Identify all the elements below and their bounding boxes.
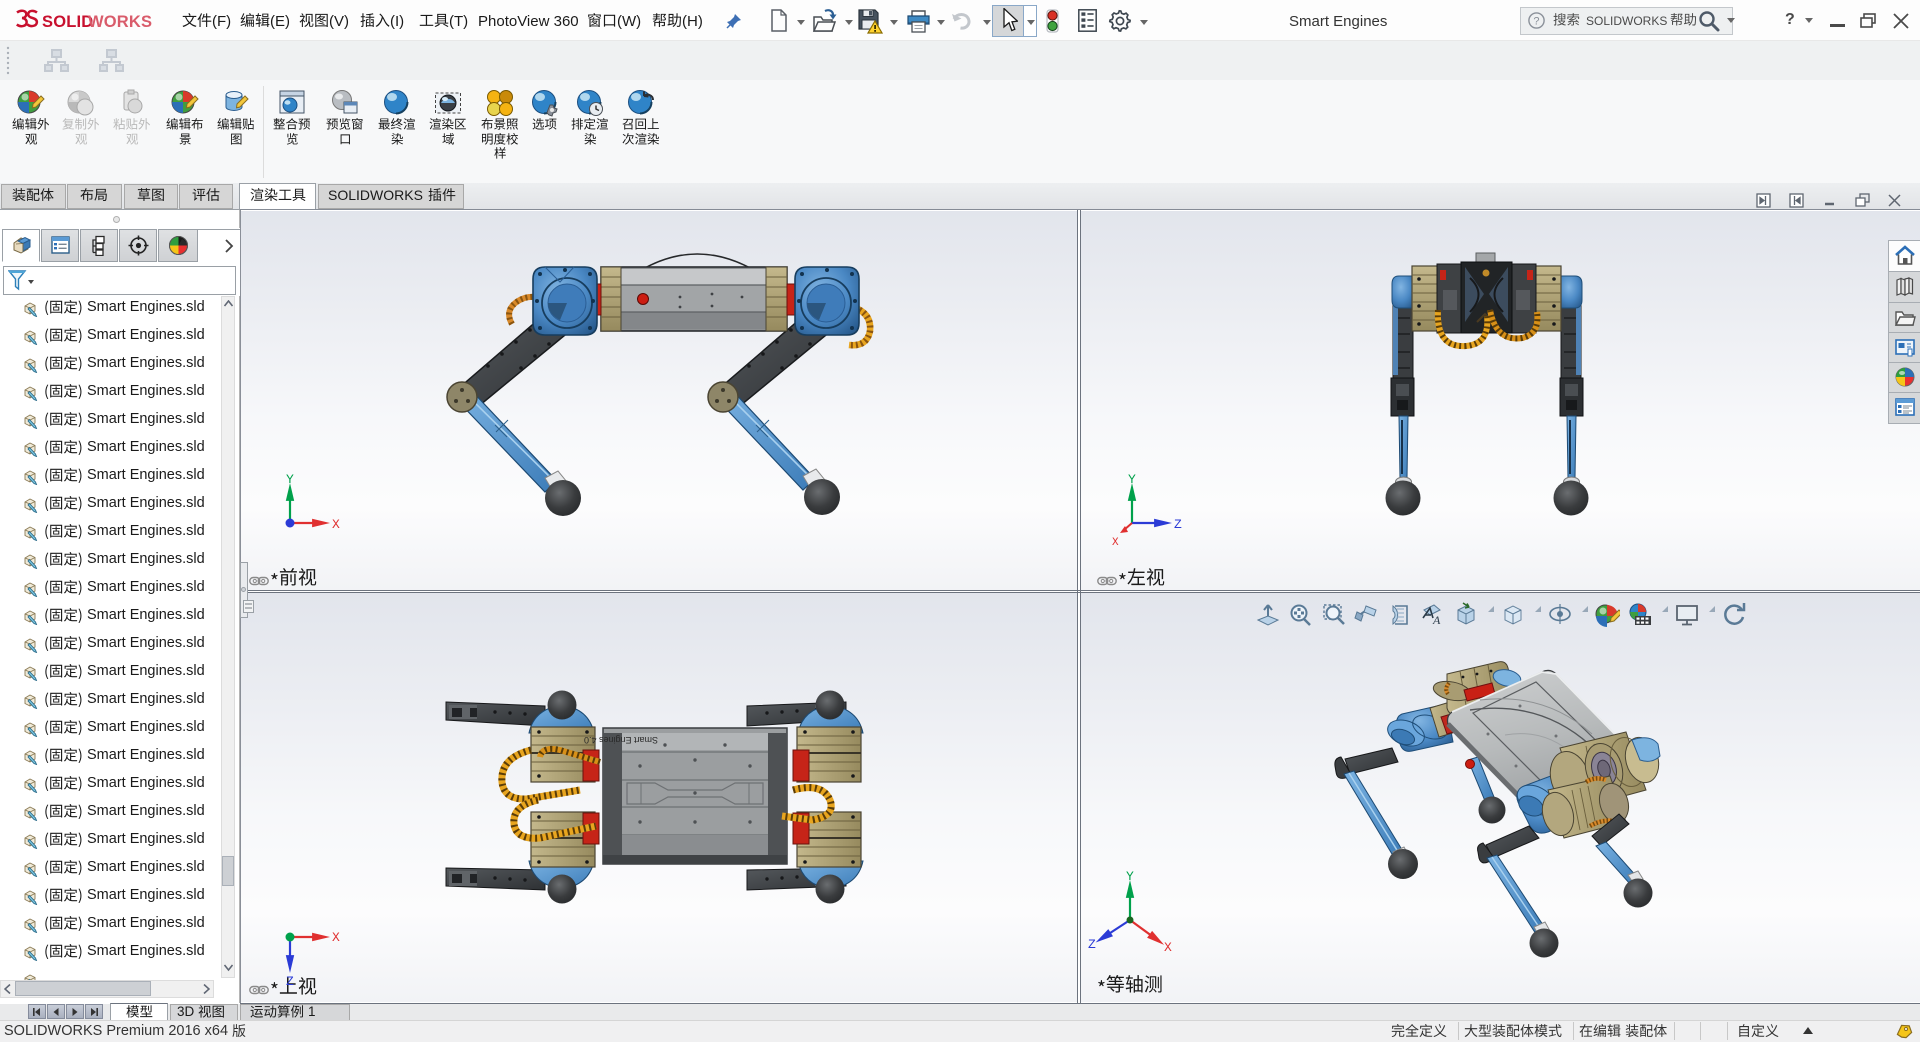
svg-text:A: A <box>1432 613 1441 627</box>
svg-text:Smart Engines 4.0: Smart Engines 4.0 <box>584 735 658 745</box>
svg-text:SOLID: SOLID <box>42 13 93 31</box>
svg-text:?: ? <box>1533 16 1539 28</box>
svg-text:WORKS: WORKS <box>88 13 152 31</box>
